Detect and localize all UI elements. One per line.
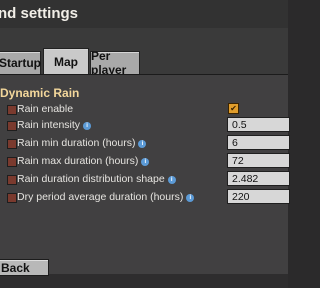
setting-row-dry-period-duration: Dry period average duration (hours) i 220: [0, 189, 290, 206]
title-bar: nd settings: [0, 0, 288, 29]
setting-row-rain-min-duration: Rain min duration (hours) i 6: [0, 135, 290, 152]
setting-row-rain-max-duration: Rain max duration (hours) i 72: [0, 153, 290, 170]
info-icon[interactable]: i: [167, 176, 176, 184]
info-icon[interactable]: i: [141, 158, 150, 166]
setting-label: Rain min duration (hours): [17, 137, 136, 149]
setting-bullet-icon: [7, 193, 17, 203]
setting-bullet-icon: [7, 139, 17, 149]
back-button[interactable]: Back: [0, 259, 49, 276]
setting-row-rain-enable: Rain enable ✔: [0, 102, 288, 118]
info-icon[interactable]: i: [83, 122, 92, 130]
dry-period-duration-field[interactable]: 220: [227, 189, 290, 204]
setting-label: Rain max duration (hours): [17, 155, 139, 167]
setting-bullet-icon: [7, 121, 17, 131]
window-title: nd settings: [0, 5, 79, 22]
tab-per-player[interactable]: Per player: [90, 49, 140, 77]
rain-intensity-field[interactable]: 0.5: [227, 117, 290, 132]
group-title: Dynamic Rain: [0, 86, 80, 100]
setting-row-rain-distribution-shape: Rain duration distribution shape i 2.482: [0, 171, 290, 188]
info-icon[interactable]: i: [138, 140, 147, 148]
setting-label: Rain intensity: [17, 119, 81, 131]
tab-map[interactable]: Map: [43, 48, 89, 76]
setting-label: Rain duration distribution shape: [17, 173, 165, 185]
info-icon[interactable]: i: [186, 194, 195, 202]
rain-max-duration-field[interactable]: 72: [227, 153, 290, 168]
tab-strip: Startup Map Per player: [0, 28, 288, 77]
setting-bullet-icon: [7, 157, 17, 167]
settings-panel: Dynamic Rain Rain enable ✔ Rain intensit…: [0, 74, 290, 275]
rain-distribution-shape-field[interactable]: 2.482: [227, 171, 290, 186]
setting-label: Dry period average duration (hours): [17, 191, 184, 203]
setting-bullet-icon: [7, 175, 17, 185]
setting-row-rain-intensity: Rain intensity i 0.5: [0, 117, 290, 134]
footer-bar: [0, 274, 288, 288]
rain-enable-checkbox[interactable]: ✔: [228, 103, 239, 114]
tab-startup[interactable]: Startup: [0, 51, 41, 75]
setting-label: Rain enable: [17, 103, 74, 115]
setting-bullet-icon: [7, 105, 17, 115]
rain-min-duration-field[interactable]: 6: [227, 135, 290, 150]
